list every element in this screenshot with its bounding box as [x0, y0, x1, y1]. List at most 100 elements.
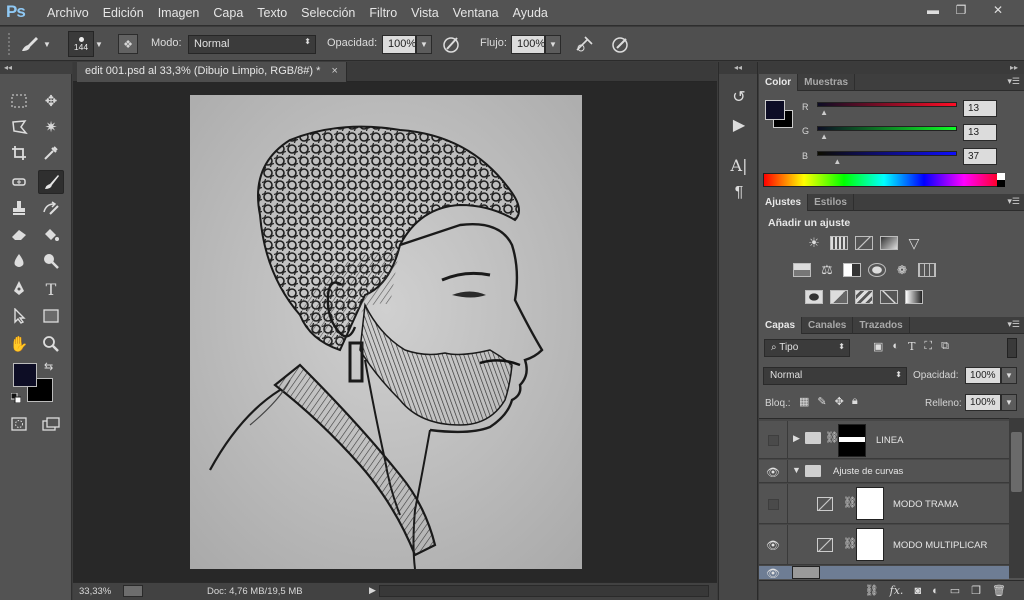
visibility-eye-icon[interactable]: 👁︎: [765, 566, 781, 580]
b-channel-slider[interactable]: [817, 151, 957, 156]
layer-opacity-dropdown[interactable]: ▼: [1001, 367, 1017, 384]
filter-shape-icon[interactable]: ⛶: [924, 340, 932, 353]
paragraph-panel-icon[interactable]: ¶: [725, 182, 753, 204]
add-mask-icon[interactable]: ◙: [914, 585, 921, 597]
eraser-icon[interactable]: [6, 222, 32, 246]
tab-color[interactable]: Color: [759, 73, 799, 91]
color-lookup-icon[interactable]: [918, 263, 936, 277]
tab-ajustes[interactable]: Ajustes: [759, 193, 809, 211]
invert-icon[interactable]: [805, 290, 823, 304]
menu-ventana[interactable]: Ventana: [446, 6, 506, 20]
eyedropper-icon[interactable]: [38, 141, 64, 165]
airbrush-icon[interactable]: [573, 33, 595, 55]
layer-row-modo-multiplicar[interactable]: 👁︎ ⛓ MODO MULTIPLICAR: [759, 525, 1009, 565]
channel-mixer-icon[interactable]: ❁: [893, 263, 911, 277]
posterize-icon[interactable]: [830, 290, 848, 304]
fill-field[interactable]: 100%: [965, 394, 1001, 411]
hue-saturation-icon[interactable]: [793, 263, 811, 277]
history-brush-icon[interactable]: [38, 196, 64, 220]
new-layer-icon[interactable]: ❐: [971, 584, 981, 597]
b-slider-thumb-icon[interactable]: ▲: [833, 157, 841, 166]
levels-icon[interactable]: [830, 236, 848, 250]
color-balance-icon[interactable]: ⚖: [818, 263, 836, 277]
status-menu-arrow-icon[interactable]: ▶: [369, 585, 376, 596]
layer-thumbnail[interactable]: [792, 566, 820, 579]
horizontal-scrollbar[interactable]: [379, 585, 709, 597]
tab-trazados[interactable]: Trazados: [853, 316, 910, 334]
new-adjustment-icon[interactable]: ◐: [932, 585, 939, 597]
panel-menu-icon[interactable]: ▾☰: [1007, 319, 1020, 330]
tools-panel-header[interactable]: ◂◂: [0, 62, 72, 74]
zoom-tool-icon[interactable]: [38, 332, 64, 356]
brush-panel-toggle-icon[interactable]: ❖: [118, 34, 138, 54]
pressure-size-icon[interactable]: [609, 33, 631, 55]
r-channel-value[interactable]: 13: [963, 100, 997, 117]
g-channel-value[interactable]: 13: [963, 124, 997, 141]
menu-texto[interactable]: Texto: [250, 6, 294, 20]
fx-icon[interactable]: fx.: [890, 584, 904, 597]
tool-preset-picker[interactable]: ▼: [18, 33, 58, 55]
dodge-tool-icon[interactable]: [38, 249, 64, 273]
foreground-color-swatch[interactable]: [13, 363, 37, 387]
panel-menu-icon[interactable]: ▾☰: [1007, 196, 1020, 207]
r-slider-thumb-icon[interactable]: ▲: [820, 108, 828, 117]
blur-tool-icon[interactable]: [6, 249, 32, 273]
marquee-tool-icon[interactable]: [6, 89, 32, 113]
zoom-level[interactable]: 33,33%: [79, 586, 111, 597]
visibility-off-icon[interactable]: [768, 499, 779, 510]
blend-mode-select[interactable]: Normal ⬍: [763, 367, 907, 385]
tab-estilos[interactable]: Estilos: [808, 193, 854, 211]
collapse-arrow-icon[interactable]: ▼: [792, 465, 801, 475]
tab-muestras[interactable]: Muestras: [798, 73, 856, 91]
photo-filter-icon[interactable]: [868, 263, 886, 277]
opacity-field[interactable]: 100%: [382, 35, 416, 54]
healing-brush-icon[interactable]: [6, 170, 32, 194]
filter-pixel-icon[interactable]: ▣: [873, 340, 883, 353]
menu-ayuda[interactable]: Ayuda: [506, 6, 555, 20]
visibility-eye-icon[interactable]: 👁︎: [765, 465, 781, 479]
color-fg-swatch[interactable]: [765, 100, 785, 120]
link-layers-icon[interactable]: ⛓: [865, 584, 879, 597]
menu-imagen[interactable]: Imagen: [151, 6, 207, 20]
layers-scrollbar[interactable]: [1009, 418, 1024, 578]
exposure-icon[interactable]: [880, 236, 898, 250]
rectangle-tool-icon[interactable]: [38, 304, 64, 328]
gradient-map-icon[interactable]: [905, 290, 923, 304]
character-panel-icon[interactable]: A|: [725, 154, 753, 176]
panel-menu-icon[interactable]: ▾☰: [1007, 76, 1020, 87]
color-spectrum-bar[interactable]: [763, 173, 1005, 187]
pen-tool-icon[interactable]: [6, 277, 32, 301]
selective-color-icon[interactable]: [880, 290, 898, 304]
opacity-dropdown-button[interactable]: ▼: [416, 35, 432, 54]
screen-mode-icon[interactable]: [38, 412, 64, 436]
swap-colors-icon[interactable]: ⇆: [44, 360, 53, 373]
actions-panel-icon[interactable]: ▶: [725, 114, 753, 136]
menu-archivo[interactable]: Archivo: [40, 6, 96, 20]
scrollbar-thumb[interactable]: [1011, 432, 1022, 492]
black-white-icon[interactable]: [843, 263, 861, 277]
menu-capa[interactable]: Capa: [206, 6, 250, 20]
lock-all-icon[interactable]: 🔒︎: [852, 395, 858, 408]
spectrum-white-swatch[interactable]: [997, 173, 1005, 180]
status-preview-icon[interactable]: [123, 585, 143, 597]
menu-edicion[interactable]: Edición: [96, 6, 151, 20]
spectrum-black-swatch[interactable]: [997, 180, 1005, 187]
layer-row-linea[interactable]: ▶ ⛓ LINEA: [759, 421, 1009, 459]
layer-row-modo-trama[interactable]: ⛓ MODO TRAMA: [759, 484, 1009, 524]
pressure-opacity-icon[interactable]: [440, 33, 462, 55]
flow-dropdown-button[interactable]: ▼: [545, 35, 561, 54]
r-channel-slider[interactable]: [817, 102, 957, 107]
vibrance-icon[interactable]: ▽: [905, 236, 923, 250]
filter-smart-object-icon[interactable]: ⧉: [941, 340, 949, 353]
visibility-eye-icon[interactable]: 👁︎: [765, 538, 781, 552]
default-colors-icon[interactable]: [10, 392, 22, 404]
filter-toggle-switch[interactable]: [1007, 338, 1017, 358]
brush-size-picker[interactable]: 144 ▼: [68, 31, 108, 57]
flow-field[interactable]: 100%: [511, 35, 545, 54]
b-channel-value[interactable]: 37: [963, 148, 997, 165]
lasso-tool-icon[interactable]: [6, 115, 32, 139]
type-tool-icon[interactable]: T: [38, 277, 64, 301]
portrait-sketch-artwork[interactable]: [190, 95, 582, 570]
minimize-button[interactable]: ▬: [920, 1, 946, 19]
document-tab[interactable]: edit 001.psd al 33,3% (Dibujo Limpio, RG…: [77, 62, 347, 82]
